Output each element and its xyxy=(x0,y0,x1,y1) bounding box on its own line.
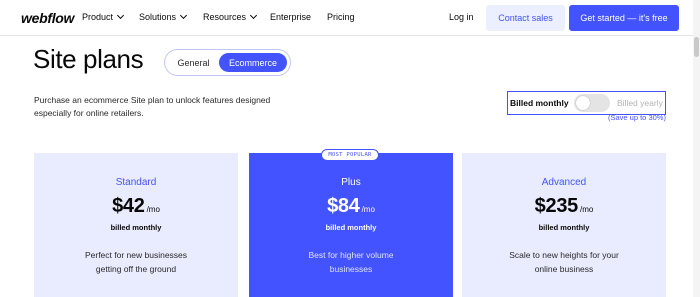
chevron-down-icon xyxy=(179,11,188,20)
plan-type-switcher: General Ecommerce xyxy=(164,49,291,76)
plan-name: Standard xyxy=(115,177,157,188)
nav-item-resources[interactable]: Resources xyxy=(203,11,258,22)
page-description: Purchase an ecommerce Site plan to unloc… xyxy=(34,95,271,118)
nav-item-label: Solutions xyxy=(139,12,177,22)
plan-price: $235 xyxy=(534,195,579,217)
most-popular-badge: MOST POPULAR xyxy=(321,149,379,161)
page-title: Site plans xyxy=(33,44,144,74)
price-row: $235 /mo xyxy=(462,195,666,218)
billing-note: billed monthly xyxy=(538,223,590,232)
price-row: $42 /mo xyxy=(34,195,238,218)
save-note: (Save up to 30%) xyxy=(608,113,666,122)
billed-monthly-label[interactable]: Billed monthly xyxy=(510,98,569,108)
nav-item-solutions[interactable]: Solutions xyxy=(139,11,188,22)
billed-yearly-label[interactable]: Billed yearly xyxy=(617,98,663,108)
chevron-down-icon xyxy=(116,11,125,20)
nav-item-pricing[interactable]: Pricing xyxy=(327,12,355,22)
price-row: $84 /mo xyxy=(249,195,453,218)
plan-card-plus: Plus $84 /mo billed monthly Best for hig… xyxy=(249,153,453,297)
billing-note: billed monthly xyxy=(325,223,377,232)
plan-name: Advanced xyxy=(541,177,587,188)
plan-card-standard: Standard $42 /mo billed monthly Perfect … xyxy=(34,153,238,297)
tab-general[interactable]: General xyxy=(169,53,218,72)
contact-sales-button[interactable]: Contact sales xyxy=(486,5,565,31)
billing-period-switch: Billed monthly Billed yearly xyxy=(507,91,666,115)
nav-item-product[interactable]: Product xyxy=(82,11,125,22)
get-started-button[interactable]: Get started — it's free xyxy=(569,5,679,31)
nav-item-enterprise[interactable]: Enterprise xyxy=(270,12,311,22)
plan-description: Perfect for new businesses getting off t… xyxy=(84,250,188,274)
tab-ecommerce[interactable]: Ecommerce xyxy=(219,53,287,72)
plan-description: Scale to new heights for your online bus… xyxy=(509,250,619,274)
login-link[interactable]: Log in xyxy=(449,12,474,22)
scrollbar-thumb[interactable] xyxy=(694,37,699,57)
plan-name: Plus xyxy=(341,177,361,188)
plan-card-advanced: Advanced $235 /mo billed monthly Scale t… xyxy=(462,153,666,297)
billing-toggle[interactable] xyxy=(574,94,610,112)
price-period: /mo xyxy=(361,205,375,214)
nav-item-label: Enterprise xyxy=(270,12,312,22)
nav-item-label: Resources xyxy=(203,12,247,22)
plan-price: $84 xyxy=(327,195,360,217)
price-period: /mo xyxy=(146,205,160,214)
price-period: /mo xyxy=(579,205,594,214)
plan-description: Best for higher volume businesses xyxy=(308,250,394,274)
nav-item-label: Product xyxy=(82,12,114,22)
webflow-logo[interactable]: webflow xyxy=(21,10,74,26)
toggle-knob xyxy=(576,96,590,110)
billing-note: billed monthly xyxy=(110,223,162,232)
plan-price: $42 xyxy=(112,195,145,217)
top-navigation: webflow Product Solutions Resources Ente… xyxy=(0,0,700,36)
chevron-down-icon xyxy=(249,11,258,20)
nav-item-label: Pricing xyxy=(327,12,355,22)
